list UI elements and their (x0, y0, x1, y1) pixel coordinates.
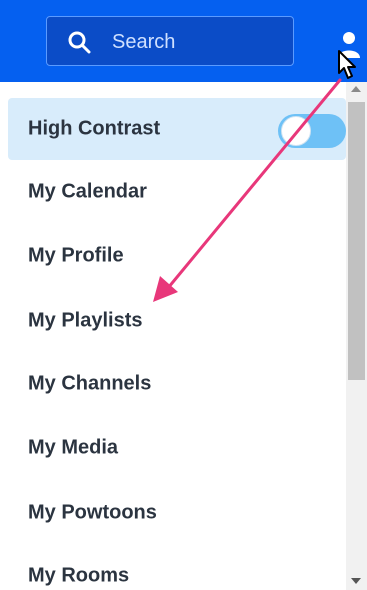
menu-item-high-contrast[interactable]: High Contrast (8, 98, 346, 160)
menu-item-label: My Playlists (28, 309, 143, 332)
menu-item-label: My Powtoons (28, 501, 157, 524)
search-icon (68, 31, 91, 54)
scroll-down-arrow-icon[interactable] (351, 578, 361, 584)
toggle-knob (281, 116, 311, 146)
menu-item-label: My Profile (28, 244, 124, 267)
search-placeholder: Search (112, 31, 176, 53)
cursor-icon (338, 50, 356, 79)
search-input[interactable]: Search (46, 16, 294, 66)
menu-item-my-calendar[interactable]: My Calendar (8, 161, 346, 223)
menu-item-my-channels[interactable]: My Channels (8, 353, 346, 415)
menu-item-label: My Channels (28, 372, 152, 395)
menu-item-my-profile[interactable]: My Profile (8, 225, 346, 287)
menu-item-my-playlists[interactable]: My Playlists (8, 290, 346, 352)
top-bar: Search (0, 0, 367, 82)
user-menu: High Contrast My Calendar My Profile My … (0, 94, 346, 590)
menu-item-label: High Contrast (28, 117, 161, 140)
menu-item-label: My Media (28, 436, 119, 459)
scroll-thumb[interactable] (348, 102, 365, 380)
menu-item-label: My Calendar (28, 180, 147, 203)
menu-item-my-powtoons[interactable]: My Powtoons (8, 482, 346, 544)
scroll-up-arrow-icon[interactable] (351, 86, 361, 92)
menu-item-label: My Rooms (28, 564, 130, 587)
menu-item-my-media[interactable]: My Media (8, 417, 346, 479)
high-contrast-toggle[interactable] (278, 114, 346, 148)
menu-item-my-rooms[interactable]: My Rooms (8, 545, 346, 590)
menu-scrollbar[interactable] (346, 82, 367, 590)
